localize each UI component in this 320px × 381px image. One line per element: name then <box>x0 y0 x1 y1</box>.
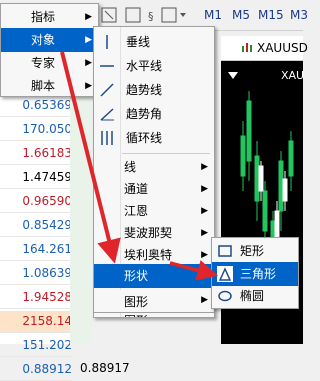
chart-icon <box>241 41 253 53</box>
price-cell: 0.65369 <box>0 95 72 117</box>
vertical-line-icon <box>99 34 115 50</box>
menu-item-gann[interactable]: 江恩 ▶ <box>94 199 214 223</box>
price-cell: 1.08639 <box>0 263 72 285</box>
menu-item-trend-angle[interactable]: 趋势角 <box>94 102 214 126</box>
context-menu-main: 指标 ▶ 对象 ▶ 专家 ▶ 脚本 ▶ <box>0 3 99 97</box>
menu-item-fibonacci[interactable]: 斐波那契 ▶ <box>94 221 214 245</box>
menu-item-objects[interactable]: 对象 ▶ <box>1 28 98 52</box>
menu-item-scripts[interactable]: 脚本 ▶ <box>1 74 98 98</box>
menu-item-ellipse[interactable]: 椭圆 <box>212 284 298 308</box>
menu-item-channels[interactable]: 通道 ▶ <box>94 177 214 201</box>
submenu-arrow-icon: ▶ <box>201 184 208 194</box>
submenu-arrow-icon: ▶ <box>85 12 92 22</box>
price-cell: 1.66183 <box>0 143 72 165</box>
rectangle-icon <box>217 243 233 259</box>
menu-item-rectangle[interactable]: 矩形 <box>212 239 298 263</box>
context-menu-objects: 垂线 水平线 趋势线 趋势角 循环线 线 ▶ 通道 ▶ 江恩 ▶ 斐波那契 ▶ 埃利奥特… <box>93 26 215 318</box>
price-cell: 170.050 <box>0 119 72 141</box>
triangle-icon <box>217 266 233 282</box>
menu-item-trendline[interactable]: 趋势线 <box>94 78 214 102</box>
menu-item-horizontal-line[interactable]: 水平线 <box>94 54 214 78</box>
timeframe-m15[interactable]: M15 <box>258 8 284 22</box>
price-cell: 1.47459 <box>0 167 72 189</box>
menu-separator <box>122 153 210 154</box>
submenu-arrow-icon: ▶ <box>85 81 92 91</box>
chart-tab[interactable]: XAUUSD <box>221 36 308 61</box>
price-cell: 0.85429 <box>0 215 72 237</box>
menu-item-graphics-label[interactable]: 图形 <box>124 293 148 310</box>
submenu-arrow-icon: ▶ <box>201 206 208 216</box>
ellipse-icon <box>217 288 233 304</box>
menu-item-shapes[interactable]: 形状 ▶ <box>94 264 214 288</box>
submenu-arrow-icon: ▶ <box>85 58 92 68</box>
submenu-arrow-icon: ▶ <box>201 162 208 172</box>
price-cell-highlighted: 2158.14 <box>0 311 72 333</box>
trendline-icon <box>99 82 115 98</box>
price-cell: 151.202 <box>0 335 72 357</box>
menu-item-lines[interactable]: 线 ▶ <box>94 155 214 179</box>
horizontal-line-icon <box>99 58 115 74</box>
partial-price-cell: 0.88917 <box>80 361 130 375</box>
timeframe-m30[interactable]: M3 <box>290 8 308 22</box>
context-menu-shapes: 矩形 三角形 椭圆 <box>211 237 299 309</box>
context-menu-objects-bottom: 图形 ▶ <box>93 290 215 313</box>
submenu-arrow-icon: ▶ <box>201 271 208 281</box>
price-cell: 0.96590 <box>0 191 72 213</box>
menu-item-vertical-line[interactable]: 垂线 <box>94 30 214 54</box>
price-cell: 0.88912 <box>0 359 72 381</box>
price-cell: 1.94528 <box>0 287 72 309</box>
menu-item-indicators[interactable]: 指标 ▶ <box>1 5 98 29</box>
menu-item-experts[interactable]: 专家 ▶ <box>1 51 98 75</box>
trend-angle-icon <box>99 106 115 122</box>
timeframe-m1[interactable]: M1 <box>204 8 222 22</box>
toolbar-icon-group[interactable]: § <box>100 5 190 25</box>
submenu-arrow-icon: ▶ <box>201 295 208 305</box>
menu-item-triangle[interactable]: 三角形 <box>212 262 298 286</box>
submenu-arrow-icon: ▶ <box>85 35 92 45</box>
price-cell: 164.261 <box>0 239 72 261</box>
menu-item-cycle-lines[interactable]: 循环线 <box>94 126 214 150</box>
submenu-arrow-icon: ▶ <box>201 228 208 238</box>
chart-tab-title: XAUUSD <box>257 41 308 55</box>
svg-text:§: § <box>148 10 154 23</box>
timeframe-m5[interactable]: M5 <box>232 8 250 22</box>
cycle-lines-icon <box>99 130 115 146</box>
